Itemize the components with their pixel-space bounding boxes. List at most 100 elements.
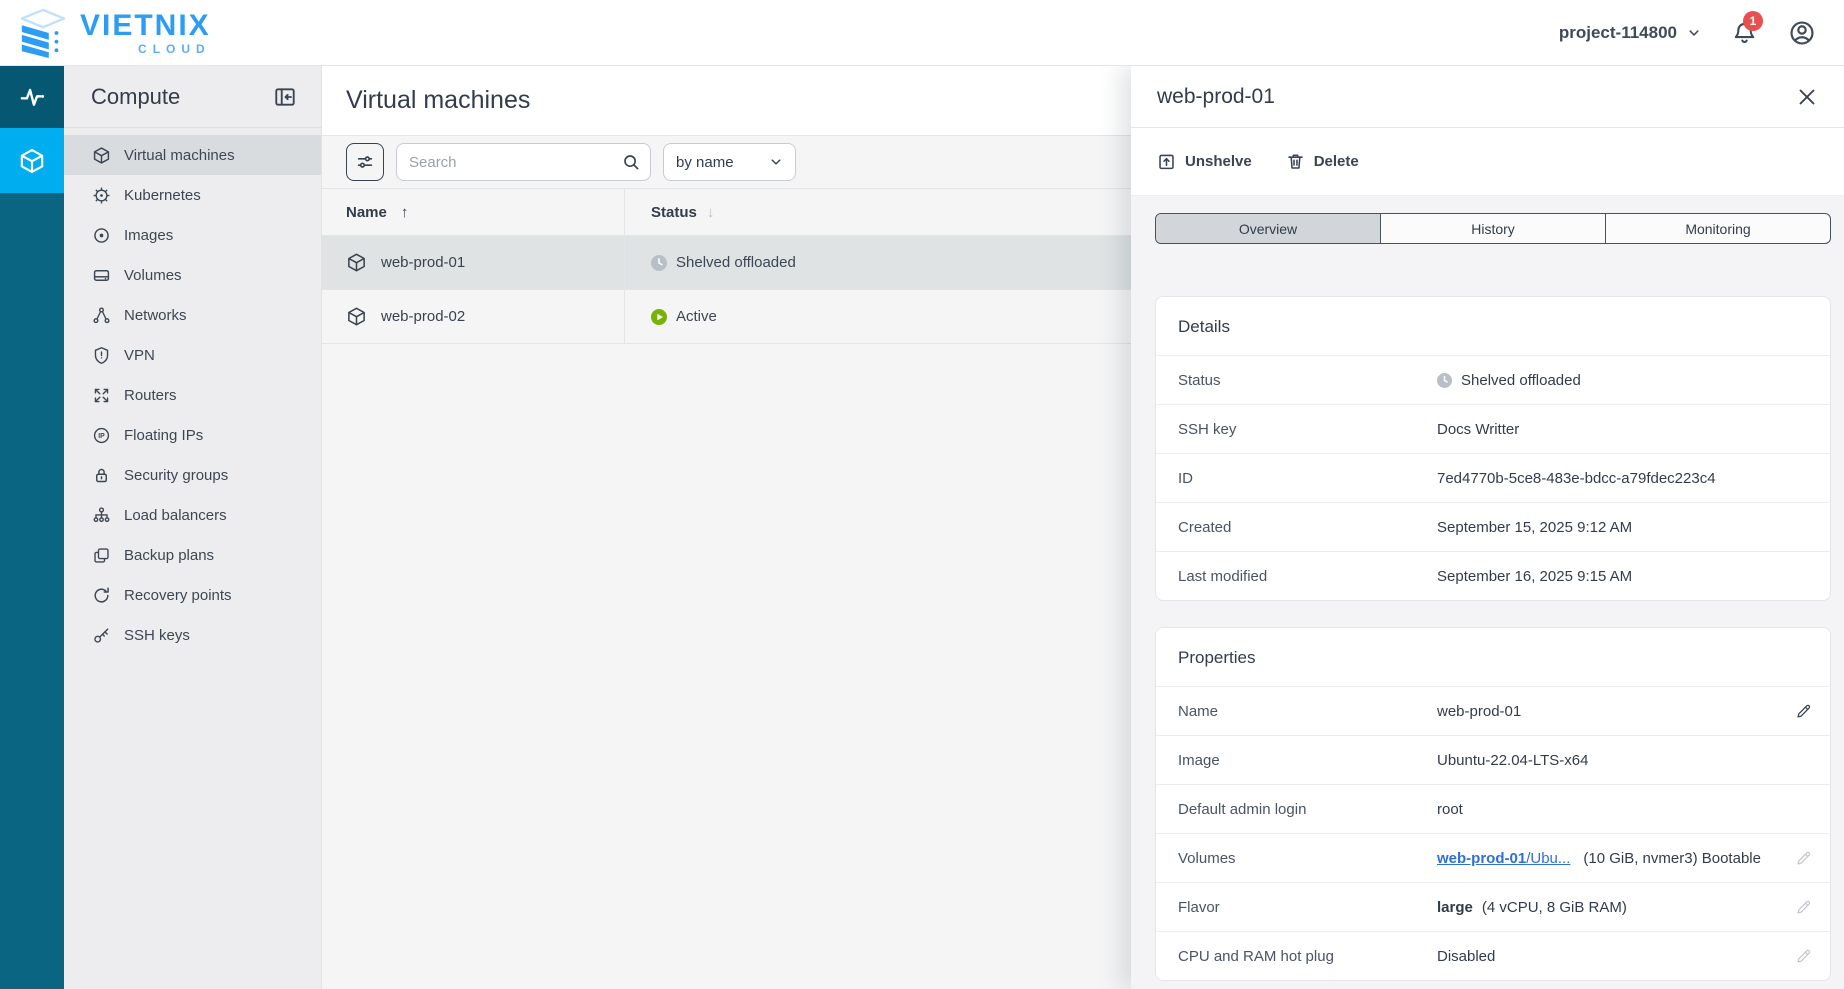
sidebar-item-label: Virtual machines bbox=[124, 147, 235, 164]
detail-tabs: Overview History Monitoring bbox=[1155, 213, 1831, 244]
notifications-button[interactable]: 1 bbox=[1731, 19, 1758, 46]
property-row-name: Name web-prod-01 bbox=[1156, 686, 1830, 735]
detail-panel-title: web-prod-01 bbox=[1157, 85, 1275, 109]
sidebar-item-monitoring-strip[interactable] bbox=[0, 66, 64, 128]
unshelve-label: Unshelve bbox=[1185, 153, 1252, 170]
sidebar-item-label: Floating IPs bbox=[124, 427, 203, 444]
active-play-icon bbox=[651, 309, 667, 325]
sidebar-item-ssh-keys[interactable]: SSH keys bbox=[64, 615, 321, 655]
status-cell: Shelved offloaded bbox=[651, 254, 796, 271]
sidebar-item-routers[interactable]: Routers bbox=[64, 375, 321, 415]
sidebar-item-security-groups[interactable]: Security groups bbox=[64, 455, 321, 495]
property-row-image: Image Ubuntu-22.04-LTS-x64 bbox=[1156, 735, 1830, 784]
sidebar-item-label: Backup plans bbox=[124, 547, 214, 564]
top-header: VIETNIX CLOUD project-114800 1 bbox=[0, 0, 1844, 66]
tab-history[interactable]: History bbox=[1380, 214, 1605, 243]
column-header-status[interactable]: Status bbox=[651, 204, 697, 221]
vm-name: web-prod-02 bbox=[381, 308, 465, 325]
sidebar-item-label: VPN bbox=[124, 347, 155, 364]
copy-squares-icon bbox=[92, 546, 111, 565]
sidebar-item-kubernetes[interactable]: Kubernetes bbox=[64, 175, 321, 215]
app-icon-strip bbox=[0, 66, 64, 989]
sidebar-item-label: Load balancers bbox=[124, 507, 227, 524]
properties-card: Properties Name web-prod-01 Image Ubuntu… bbox=[1155, 627, 1831, 981]
detail-panel-body: Overview History Monitoring Details Stat… bbox=[1131, 196, 1844, 989]
vm-cube-icon bbox=[346, 306, 367, 327]
close-panel-button[interactable] bbox=[1796, 86, 1818, 108]
project-selector[interactable]: project-114800 bbox=[1559, 23, 1701, 43]
edit-flavor-button[interactable] bbox=[1795, 899, 1812, 916]
edit-volumes-button[interactable] bbox=[1795, 850, 1812, 867]
sidebar-item-label: Networks bbox=[124, 307, 187, 324]
lock-icon bbox=[92, 466, 111, 485]
vm-detail-panel: web-prod-01 Unshelve Delete Overview His… bbox=[1131, 66, 1844, 989]
shield-icon bbox=[92, 346, 111, 365]
disc-icon bbox=[92, 226, 111, 245]
detail-row-created: Created September 15, 2025 9:12 AM bbox=[1156, 502, 1830, 551]
panel-collapse-icon bbox=[273, 85, 297, 109]
sidebar-item-backup-plans[interactable]: Backup plans bbox=[64, 535, 321, 575]
sidebar-item-recovery-points[interactable]: Recovery points bbox=[64, 575, 321, 615]
sidebar-title: Compute bbox=[91, 84, 180, 110]
sidebar-item-images[interactable]: Images bbox=[64, 215, 321, 255]
pencil-icon bbox=[1795, 850, 1812, 867]
vm-status: Shelved offloaded bbox=[676, 254, 796, 271]
routing-arrows-icon bbox=[92, 386, 111, 405]
svg-text:IP: IP bbox=[98, 433, 105, 440]
sidebar-item-virtual-machines[interactable]: Virtual machines bbox=[64, 135, 321, 175]
property-row-flavor: Flavor large (4 vCPU, 8 GiB RAM) bbox=[1156, 882, 1830, 931]
sidebar-item-networks[interactable]: Networks bbox=[64, 295, 321, 335]
sidebar-item-label: Images bbox=[124, 227, 173, 244]
page-title: Virtual machines bbox=[346, 86, 530, 115]
vm-name: web-prod-01 bbox=[381, 254, 465, 271]
collapse-sidebar-button[interactable] bbox=[273, 85, 297, 109]
edit-hot-plug-button[interactable] bbox=[1795, 948, 1812, 965]
sort-desc-icon[interactable]: ↓ bbox=[707, 204, 715, 221]
filter-settings-button[interactable] bbox=[346, 143, 384, 181]
property-row-cpu-ram-hot-plug: CPU and RAM hot plug Disabled bbox=[1156, 931, 1830, 980]
volume-link[interactable]: web-prod-01/Ubu... bbox=[1437, 850, 1570, 867]
sidebar-item-label: SSH keys bbox=[124, 627, 190, 644]
unshelve-button[interactable]: Unshelve bbox=[1157, 152, 1252, 171]
logo-wordmark: VIETNIX bbox=[80, 11, 211, 41]
sidebar-item-floating-ips[interactable]: IP Floating IPs bbox=[64, 415, 321, 455]
sidebar-item-volumes[interactable]: Volumes bbox=[64, 255, 321, 295]
floating-ip-icon: IP bbox=[92, 426, 111, 445]
chevron-down-icon bbox=[1687, 26, 1701, 40]
helm-wheel-icon bbox=[92, 186, 111, 205]
delete-button[interactable]: Delete bbox=[1286, 152, 1359, 171]
tab-overview[interactable]: Overview bbox=[1156, 214, 1380, 243]
pencil-icon bbox=[1795, 899, 1812, 916]
detail-row-id: ID 7ed4770b-5ce8-483e-bdcc-a79fdec223c4 bbox=[1156, 453, 1830, 502]
detail-row-status: Status Shelved offloaded bbox=[1156, 355, 1830, 404]
search-field-select[interactable]: by name bbox=[663, 143, 796, 181]
account-button[interactable] bbox=[1788, 19, 1816, 47]
restore-arrow-icon bbox=[92, 586, 111, 605]
vietnix-logo: VIETNIX CLOUD bbox=[14, 8, 211, 58]
sliders-icon bbox=[355, 152, 375, 172]
search-input[interactable] bbox=[396, 143, 651, 181]
status-cell: Active bbox=[651, 308, 717, 325]
properties-card-title: Properties bbox=[1156, 628, 1830, 686]
trash-icon bbox=[1286, 152, 1305, 171]
sidebar-item-label: Routers bbox=[124, 387, 177, 404]
search-icon bbox=[621, 152, 641, 172]
sidebar-item-vpn[interactable]: VPN bbox=[64, 335, 321, 375]
tab-monitoring[interactable]: Monitoring bbox=[1605, 214, 1830, 243]
property-row-volumes: Volumes web-prod-01/Ubu... (10 GiB, nvme… bbox=[1156, 833, 1830, 882]
pencil-icon bbox=[1795, 703, 1812, 720]
notification-badge: 1 bbox=[1743, 11, 1763, 31]
sidebar-item-load-balancers[interactable]: Load balancers bbox=[64, 495, 321, 535]
edit-name-button[interactable] bbox=[1795, 703, 1812, 720]
vm-cube-icon bbox=[346, 252, 367, 273]
sidebar-item-label: Volumes bbox=[124, 267, 182, 284]
detail-row-ssh-key: SSH key Docs Writter bbox=[1156, 404, 1830, 453]
cube-icon bbox=[92, 146, 111, 165]
network-nodes-icon bbox=[92, 306, 111, 325]
sidebar: Compute Virtual machines Kubernetes Imag… bbox=[64, 66, 322, 989]
column-header-name[interactable]: Name bbox=[346, 204, 387, 221]
shelved-clock-icon bbox=[1437, 373, 1452, 388]
detail-row-last-modified: Last modified September 16, 2025 9:15 AM bbox=[1156, 551, 1830, 600]
sort-asc-icon[interactable]: ↑ bbox=[401, 204, 409, 221]
sidebar-item-compute-strip[interactable] bbox=[0, 128, 64, 193]
